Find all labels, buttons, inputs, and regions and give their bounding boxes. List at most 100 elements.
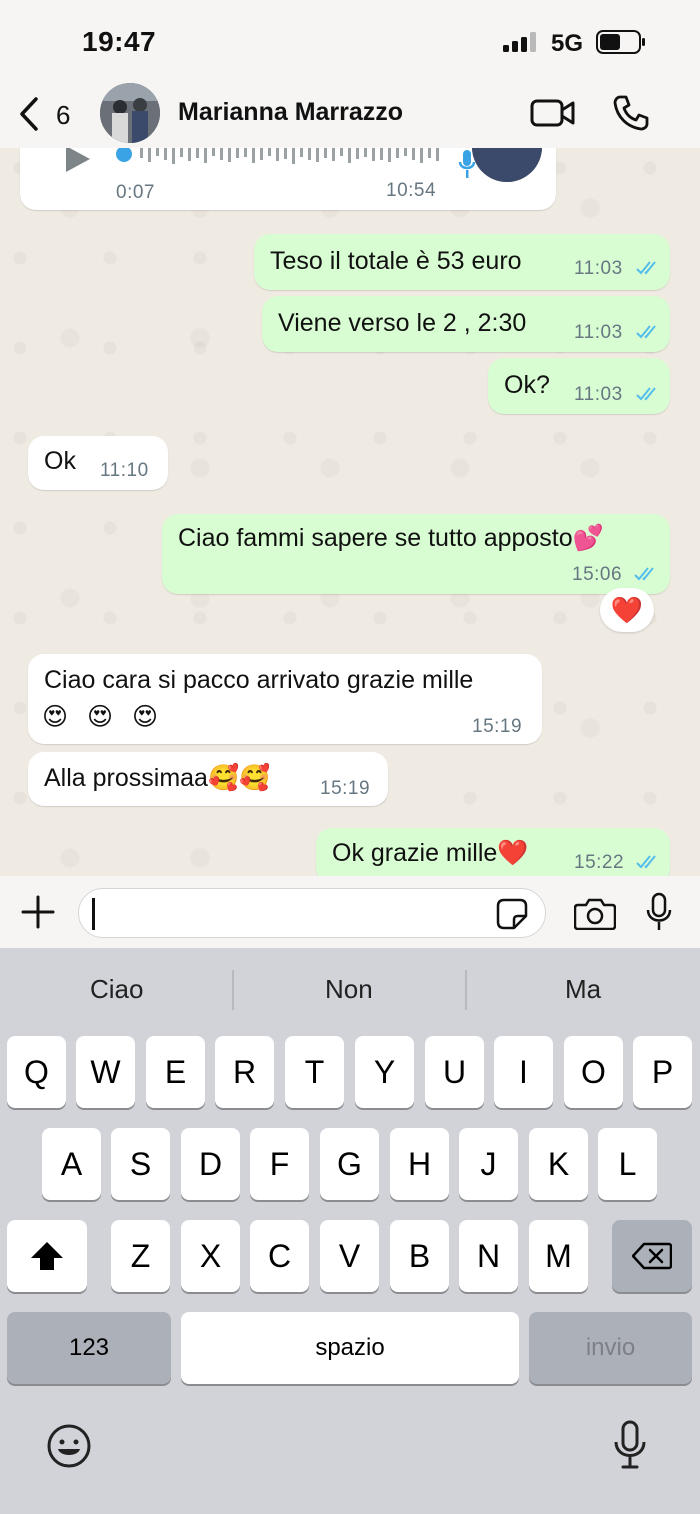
outgoing-message[interactable]: Ok? 11:03 (488, 358, 670, 414)
suggestion-2[interactable]: Non (325, 974, 373, 1005)
outgoing-message[interactable]: Ok grazie mille❤️ 15:22 (316, 828, 670, 876)
key-v[interactable]: V (320, 1220, 379, 1292)
reaction-badge[interactable]: ❤️ (600, 588, 654, 632)
read-ticks-icon (636, 261, 656, 275)
message-time: 11:03 (574, 258, 623, 279)
avatar[interactable] (100, 83, 160, 143)
battery-icon (596, 30, 645, 54)
key-u[interactable]: U (425, 1036, 484, 1108)
shift-key[interactable] (7, 1220, 87, 1292)
key-a[interactable]: A (42, 1128, 101, 1200)
back-button[interactable]: 6 (18, 94, 78, 134)
key-j[interactable]: J (459, 1128, 518, 1200)
key-g[interactable]: G (320, 1128, 379, 1200)
read-ticks-icon (636, 855, 656, 869)
key-k[interactable]: K (529, 1128, 588, 1200)
read-ticks-icon (636, 387, 656, 401)
message-emojis: 😍 😍 😍 (42, 703, 165, 731)
outgoing-message[interactable]: Ciao fammi sapere se tutto apposto💕 15:0… (162, 514, 670, 594)
text-cursor (92, 898, 95, 930)
input-bar (0, 876, 700, 948)
space-key[interactable]: spazio (181, 1312, 519, 1384)
key-s[interactable]: S (111, 1128, 170, 1200)
backspace-icon (632, 1242, 672, 1270)
suggestion-divider (465, 970, 467, 1010)
message-time: 11:03 (574, 322, 623, 343)
key-n[interactable]: N (459, 1220, 518, 1292)
incoming-message[interactable]: Alla prossimaa🥰🥰 15:19 (28, 752, 388, 806)
mic-icon (458, 150, 476, 178)
key-l[interactable]: L (598, 1128, 657, 1200)
plus-icon[interactable] (20, 894, 56, 930)
heart-reaction: ❤️ (610, 595, 644, 625)
outgoing-message[interactable]: Viene verso le 2 , 2:30 11:03 (262, 296, 670, 352)
unread-count: 6 (56, 100, 71, 130)
chat-area[interactable]: 0:07 10:54 Teso il totale è 53 euro 11:0… (0, 148, 700, 876)
message-text: Ok (44, 447, 76, 475)
message-time: 10:54 (386, 180, 437, 201)
avatar-photo (100, 83, 160, 143)
waveform[interactable] (116, 148, 452, 174)
key-z[interactable]: Z (111, 1220, 170, 1292)
outgoing-message[interactable]: Teso il totale è 53 euro 11:03 (254, 234, 670, 290)
voice-message-bubble[interactable]: 0:07 10:54 (20, 148, 556, 210)
key-q[interactable]: Q (7, 1036, 66, 1108)
message-text: Ok grazie mille❤️ (332, 839, 529, 867)
status-bar: 19:47 5G (0, 0, 700, 80)
camera-icon[interactable] (574, 896, 616, 930)
shift-icon (31, 1242, 63, 1270)
suggestion-3[interactable]: Ma (565, 974, 601, 1005)
video-call-icon[interactable] (530, 96, 576, 130)
message-text: Alla prossimaa🥰🥰 (44, 764, 271, 792)
key-y[interactable]: Y (355, 1036, 414, 1108)
message-time: 15:19 (320, 778, 371, 799)
message-text: Ciao fammi sapere se tutto apposto💕 (178, 524, 604, 552)
emoji-keyboard-icon[interactable] (46, 1423, 92, 1469)
message-input[interactable] (78, 888, 546, 938)
incoming-message[interactable]: Ok 11:10 (28, 436, 168, 490)
status-time: 19:47 (82, 26, 157, 57)
key-m[interactable]: M (529, 1220, 588, 1292)
dictation-mic-icon[interactable] (612, 1420, 648, 1470)
play-icon[interactable] (64, 148, 92, 172)
chevron-left-icon (20, 97, 38, 131)
network-label: 5G (551, 30, 584, 57)
key-x[interactable]: X (181, 1220, 240, 1292)
key-r[interactable]: R (215, 1036, 274, 1108)
key-o[interactable]: O (564, 1036, 623, 1108)
read-ticks-icon (636, 325, 656, 339)
key-f[interactable]: F (250, 1128, 309, 1200)
key-b[interactable]: B (390, 1220, 449, 1292)
keyboard: Ciao Non Ma Q W E R T Y U I O P A S D F … (0, 948, 700, 1514)
mic-icon[interactable] (646, 892, 672, 932)
voice-duration: 0:07 (116, 182, 155, 203)
sticker-icon[interactable] (496, 898, 528, 930)
contact-name[interactable]: Marianna Marrazzo (178, 98, 403, 127)
phone-icon[interactable] (612, 94, 650, 132)
suggestion-1[interactable]: Ciao (90, 974, 143, 1005)
chat-header: 6 Marianna Marrazzo (0, 80, 700, 148)
key-w[interactable]: W (76, 1036, 135, 1108)
key-i[interactable]: I (494, 1036, 553, 1108)
message-text: Viene verso le 2 , 2:30 (278, 309, 527, 337)
message-time: 11:03 (574, 384, 623, 405)
message-time: 15:19 (472, 716, 523, 737)
message-time: 15:22 (574, 852, 625, 873)
message-text: Ok? (504, 371, 550, 399)
suggestion-divider (232, 970, 234, 1010)
backspace-key[interactable] (612, 1220, 692, 1292)
key-d[interactable]: D (181, 1128, 240, 1200)
read-ticks-icon (634, 567, 654, 581)
message-text: Ciao cara si pacco arrivato grazie mille (44, 666, 474, 694)
message-text: Teso il totale è 53 euro (270, 247, 522, 275)
message-time: 11:10 (100, 460, 149, 481)
key-c[interactable]: C (250, 1220, 309, 1292)
key-e[interactable]: E (146, 1036, 205, 1108)
message-time: 15:06 (572, 564, 623, 585)
key-p[interactable]: P (633, 1036, 692, 1108)
key-h[interactable]: H (390, 1128, 449, 1200)
numbers-key[interactable]: 123 (7, 1312, 171, 1384)
incoming-message[interactable]: Ciao cara si pacco arrivato grazie mille… (28, 654, 542, 744)
key-t[interactable]: T (285, 1036, 344, 1108)
return-key[interactable]: invio (529, 1312, 692, 1384)
